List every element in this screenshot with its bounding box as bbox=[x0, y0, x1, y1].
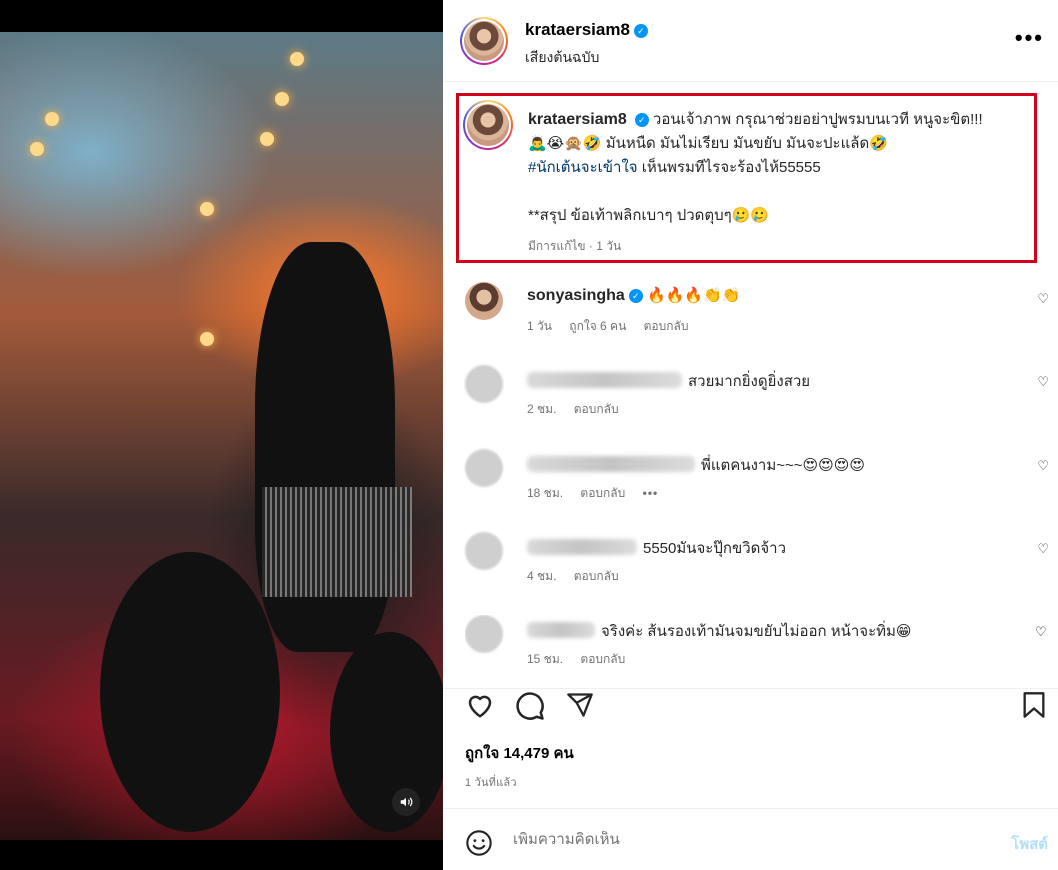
post-comment-button[interactable]: โพสต์ bbox=[1011, 832, 1048, 856]
comment-input[interactable] bbox=[513, 831, 983, 848]
comment-item: จริงค่ะ ส้นรองเท้ามันจมขยับไม่ออก หน้าจะ… bbox=[465, 615, 1035, 665]
comment-line: 5550มันจะปุ๊กขวิดจ้าว bbox=[527, 536, 786, 560]
comment-line: พี่แตคนงาม~~~😍😍😍😍 bbox=[527, 453, 865, 477]
comment-time: 2 ชม. bbox=[527, 402, 557, 416]
share-icon[interactable] bbox=[565, 691, 595, 719]
comment-time: 4 ชม. bbox=[527, 569, 557, 583]
comment-icon[interactable] bbox=[515, 691, 545, 721]
comment-item: 5550มันจะปุ๊กขวิดจ้าว 4 ชม. ตอบกลับ ♡ bbox=[465, 532, 1049, 602]
comment-meta: 18 ชม. ตอบกลับ ••• bbox=[527, 484, 672, 503]
verified-badge-icon: ✓ bbox=[633, 24, 648, 38]
commenter-username[interactable]: sonyasingha bbox=[527, 287, 625, 304]
stage-light bbox=[260, 132, 274, 146]
commenter-avatar[interactable] bbox=[465, 615, 503, 653]
reply-button[interactable]: ตอบกลับ bbox=[580, 652, 625, 665]
caption-text: krataersiam8 ✓ วอนเจ้าภาพ กรุณาช่วยอย่าปู… bbox=[528, 108, 1033, 228]
comment-line: สวยมากยิ่งดูยิ่งสวย bbox=[527, 369, 810, 393]
post-media bbox=[0, 0, 443, 870]
heart-icon[interactable] bbox=[465, 691, 495, 719]
comment-text: สวยมากยิ่งดูยิ่งสวย bbox=[688, 373, 811, 390]
likes-count[interactable]: ถูกใจ 14,479 คน bbox=[465, 741, 574, 765]
comment-text: พี่แตคนงาม~~~😍😍😍😍 bbox=[701, 457, 866, 474]
verified-badge-icon: ✓ bbox=[628, 289, 643, 303]
stage-light bbox=[290, 52, 304, 66]
author-avatar[interactable] bbox=[460, 17, 508, 65]
comment-meta: 1 วัน ถูกใจ 6 คน ตอบกลับ bbox=[527, 317, 703, 336]
caption-line-1: วอนเจ้าภาพ กรุณาช่วยอย่าปูพรมบนเวที หนูจ… bbox=[652, 111, 983, 128]
bookmark-icon[interactable] bbox=[1021, 691, 1047, 719]
caption-line-3: เห็นพรมทีไรจะร้องไห้55555 bbox=[637, 159, 821, 176]
reply-button[interactable]: ตอบกลับ bbox=[580, 486, 625, 500]
commenter-avatar[interactable] bbox=[465, 282, 503, 320]
stage-light bbox=[45, 112, 59, 126]
performer-skirt bbox=[262, 487, 412, 597]
comment-meta: 2 ชม. ตอบกลับ bbox=[527, 400, 633, 419]
commenter-avatar[interactable] bbox=[465, 532, 503, 570]
commenter-username-blurred[interactable] bbox=[527, 456, 695, 472]
dancer-figure bbox=[330, 632, 443, 832]
commenter-avatar[interactable] bbox=[465, 449, 503, 487]
author-username[interactable]: krataersiam8 ✓ bbox=[525, 20, 648, 40]
comment-text: 5550มันจะปุ๊กขวิดจ้าว bbox=[643, 540, 787, 557]
post-time[interactable]: 1 วันที่แล้ว bbox=[465, 773, 517, 791]
reply-button[interactable]: ตอบกลับ bbox=[574, 569, 619, 583]
add-comment-bar: โพสต์ bbox=[443, 808, 1058, 870]
comment-item: sonyasingha ✓ 🔥🔥🔥👏👏 1 วัน ถูกใจ 6 คน ตอบก… bbox=[465, 282, 1049, 352]
commenter-username-blurred[interactable] bbox=[527, 372, 682, 388]
heart-icon[interactable]: ♡ bbox=[1035, 624, 1047, 640]
comment-time: 18 ชม. bbox=[527, 486, 564, 500]
comment-line: จริงค่ะ ส้นรองเท้ามันจมขยับไม่ออก หน้าจะ… bbox=[527, 619, 912, 643]
speaker-icon[interactable] bbox=[392, 788, 420, 816]
more-options-icon[interactable]: ••• bbox=[643, 486, 659, 500]
commenter-username-blurred[interactable] bbox=[527, 622, 595, 638]
verified-badge-icon: ✓ bbox=[634, 113, 649, 127]
comment-meta: 15 ชม. ตอบกลับ bbox=[527, 650, 639, 665]
comment-text: 🔥🔥🔥👏👏 bbox=[646, 287, 741, 304]
heart-icon[interactable]: ♡ bbox=[1037, 458, 1049, 474]
comment-likes[interactable]: ถูกใจ 6 คน bbox=[569, 319, 626, 333]
dancer-figure bbox=[100, 552, 280, 832]
heart-icon[interactable]: ♡ bbox=[1037, 541, 1049, 557]
caption-avatar[interactable] bbox=[463, 100, 513, 150]
audio-label[interactable]: เสียงต้นฉบับ bbox=[525, 47, 599, 69]
reply-button[interactable]: ตอบกลับ bbox=[574, 402, 619, 416]
more-options-icon[interactable]: ••• bbox=[1015, 27, 1044, 49]
stage-light bbox=[200, 332, 214, 346]
post-panel: krataersiam8 ✓ เสียงต้นฉบับ ••• krataersi… bbox=[443, 0, 1058, 870]
heart-icon[interactable]: ♡ bbox=[1037, 374, 1049, 390]
stage-light bbox=[30, 142, 44, 156]
post-actions: ถูกใจ 14,479 คน 1 วันที่แล้ว bbox=[443, 688, 1058, 808]
username-text[interactable]: krataersiam8 bbox=[525, 20, 630, 39]
caption-meta: มีการแก้ไข · 1 วัน bbox=[528, 239, 622, 253]
comment-item: พี่แตคนงาม~~~😍😍😍😍 18 ชม. ตอบกลับ ••• ♡ bbox=[465, 449, 1049, 519]
commenter-username-blurred[interactable] bbox=[527, 539, 637, 555]
comment-time: 15 ชม. bbox=[527, 652, 564, 665]
hashtag-link[interactable]: #นักเต้นจะเข้าใจ bbox=[528, 159, 638, 176]
caption-line-2: 🙇‍♂️😭🙊🤣 มันหนืด มันไม่เรียบ มันขยับ มันจ… bbox=[528, 135, 888, 152]
comment-meta: 4 ชม. ตอบกลับ bbox=[527, 567, 633, 586]
stage-light bbox=[200, 202, 214, 216]
caption-highlight: krataersiam8 ✓ วอนเจ้าภาพ กรุณาช่วยอย่าปู… bbox=[456, 93, 1037, 263]
post-header: krataersiam8 ✓ เสียงต้นฉบับ ••• bbox=[443, 0, 1058, 82]
commenter-avatar[interactable] bbox=[465, 365, 503, 403]
caption-username[interactable]: krataersiam8 bbox=[528, 111, 627, 128]
stage-light bbox=[275, 92, 289, 106]
comment-text: จริงค่ะ ส้นรองเท้ามันจมขยับไม่ออก หน้าจะ… bbox=[601, 623, 912, 640]
caption-line-4: **สรุป ข้อเท้าพลิกเบาๆ ปวดตุบๆ🥲🥲 bbox=[528, 207, 770, 224]
heart-icon[interactable]: ♡ bbox=[1037, 291, 1049, 307]
reply-button[interactable]: ตอบกลับ bbox=[644, 319, 689, 333]
comment-item: สวยมากยิ่งดูยิ่งสวย 2 ชม. ตอบกลับ ♡ bbox=[465, 365, 1049, 435]
emoji-icon[interactable] bbox=[465, 829, 493, 857]
post-photo[interactable] bbox=[0, 32, 443, 840]
comment-time: 1 วัน bbox=[527, 319, 552, 333]
comment-line: sonyasingha ✓ 🔥🔥🔥👏👏 bbox=[527, 286, 740, 305]
